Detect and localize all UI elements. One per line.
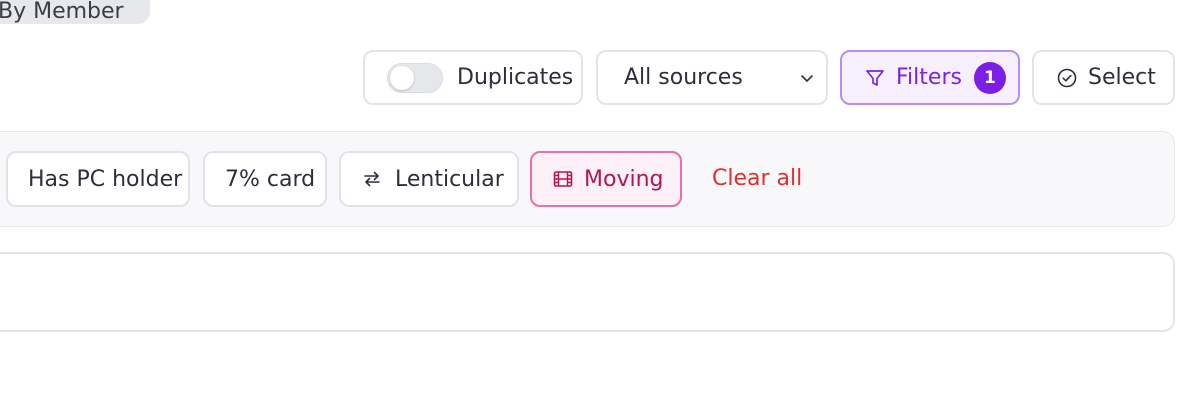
chip-label: 7% card: [225, 166, 316, 192]
view-tab-by-member[interactable]: By Member: [0, 0, 150, 24]
select-button[interactable]: Select: [1032, 50, 1175, 105]
check-circle-icon: [1056, 67, 1078, 89]
results-panel: [0, 252, 1175, 332]
clear-all-link[interactable]: Clear all: [712, 166, 802, 191]
chip-lenticular[interactable]: Lenticular: [339, 151, 519, 207]
film-icon: [552, 168, 574, 190]
sources-select[interactable]: All sources: [596, 50, 828, 105]
chip-moving[interactable]: Moving: [530, 151, 682, 207]
swap-arrows-icon: [361, 168, 383, 190]
chip-label: Moving: [584, 166, 664, 192]
duplicates-switch[interactable]: [387, 62, 443, 93]
view-tab-label: By Member: [0, 0, 124, 24]
filters-button[interactable]: Filters 1: [840, 50, 1020, 105]
duplicates-label: Duplicates: [457, 65, 574, 90]
filters-count-badge: 1: [973, 61, 1006, 94]
duplicates-toggle[interactable]: Duplicates: [363, 50, 583, 105]
chip-seven-percent-card[interactable]: 7% card: [203, 151, 327, 207]
select-label: Select: [1088, 65, 1156, 90]
chip-label: Has PC holder: [28, 166, 183, 192]
switch-knob: [390, 65, 414, 90]
chevron-down-icon: [798, 69, 816, 87]
chip-has-pc-holder[interactable]: Has PC holder: [6, 151, 190, 207]
sources-selected-value: All sources: [624, 65, 743, 90]
filters-label: Filters: [896, 65, 962, 90]
funnel-icon: [864, 67, 886, 89]
chip-label: Lenticular: [395, 166, 504, 192]
